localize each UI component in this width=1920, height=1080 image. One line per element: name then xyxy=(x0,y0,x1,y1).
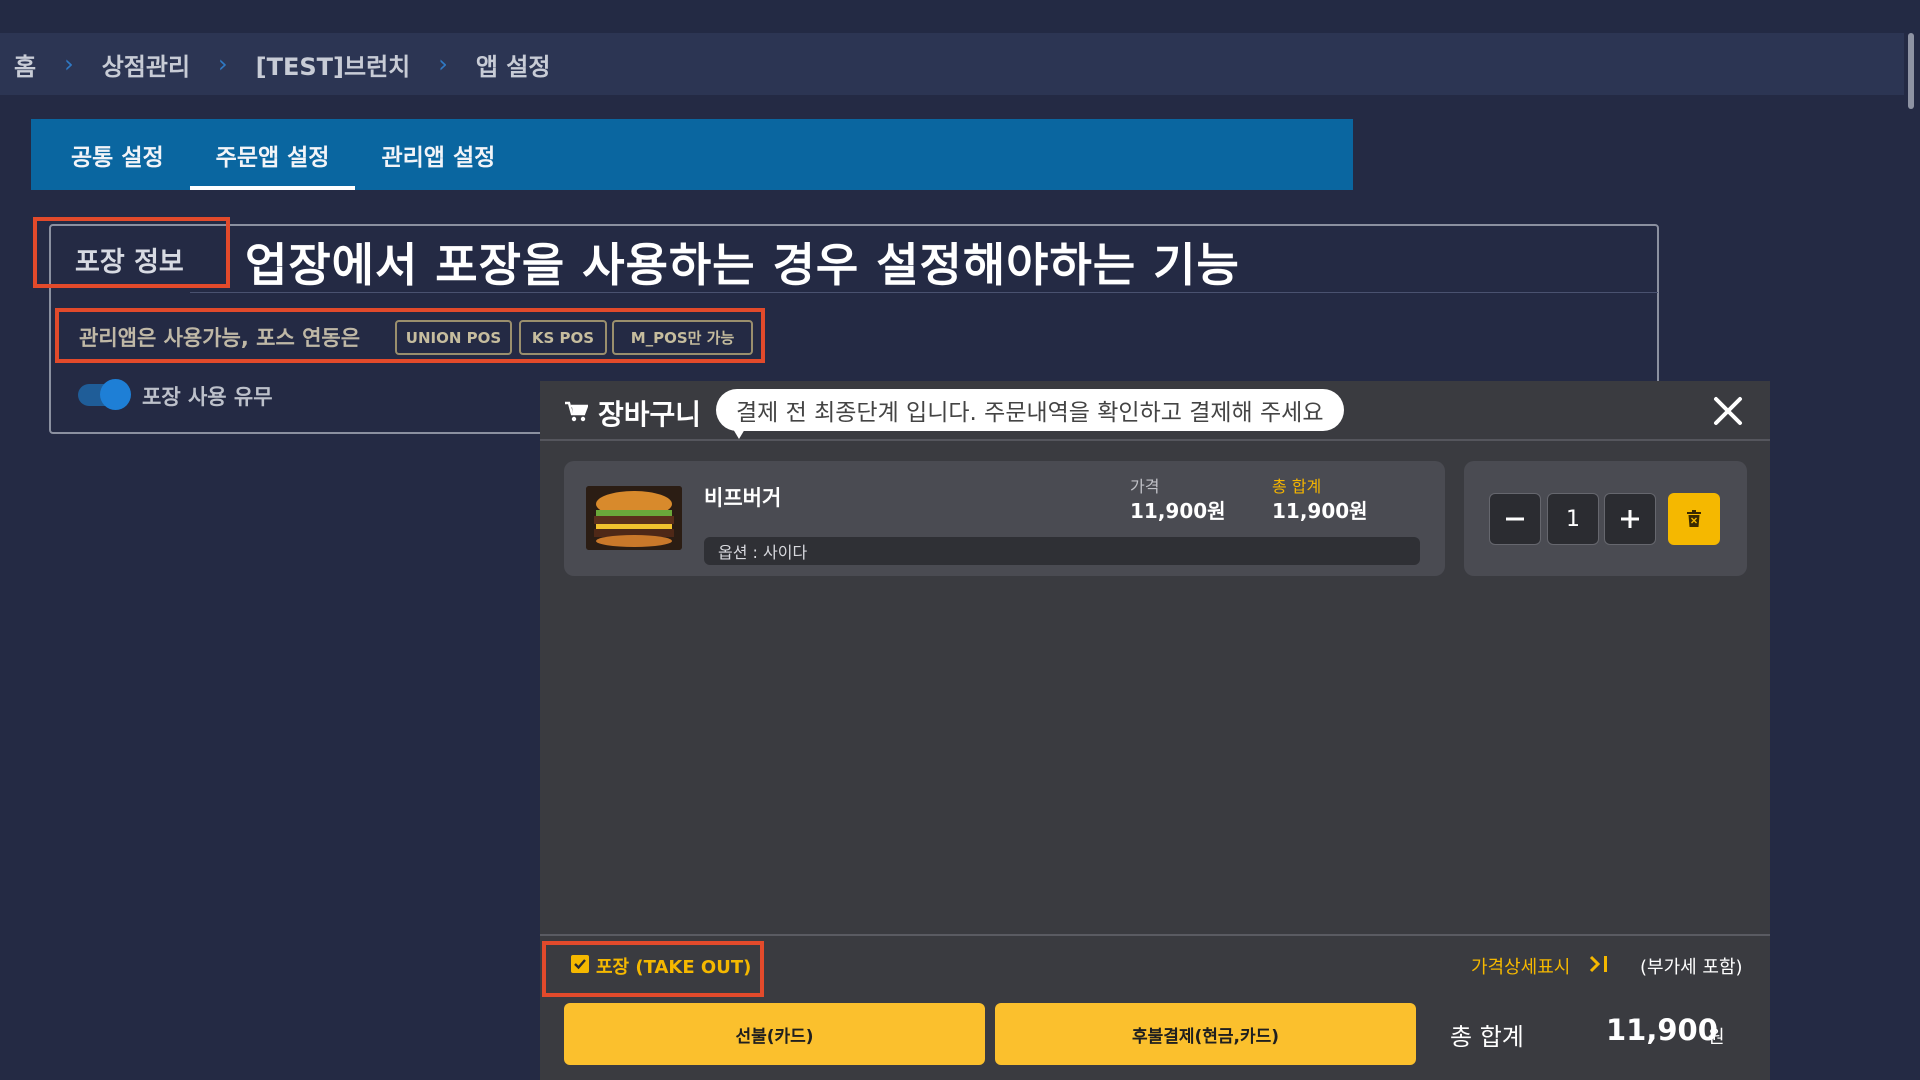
item-total: 11,900원 xyxy=(1272,499,1368,523)
footer-divider xyxy=(540,934,1770,936)
chevron-right-icon: › xyxy=(218,50,228,78)
postpay-button[interactable]: 후불결제(현금,카드) xyxy=(995,1003,1416,1065)
pos-tag-mpos: M_POS만 가능 xyxy=(612,320,753,355)
takeout-label[interactable]: 포장 (TAKE OUT) xyxy=(596,953,751,979)
plus-icon xyxy=(1621,510,1639,528)
cart-item-card: 비프버거 가격 11,900원 총 합계 11,900원 옵션 : 사이다 xyxy=(564,461,1445,576)
breadcrumb-store-name[interactable]: [TEST]브런치 xyxy=(256,47,411,82)
expand-right-icon[interactable] xyxy=(1587,953,1611,975)
top-band xyxy=(0,0,1920,33)
chevron-right-icon: › xyxy=(64,50,74,78)
quantity-value[interactable]: 1 xyxy=(1547,493,1599,545)
breadcrumb-store-management[interactable]: 상점관리 xyxy=(102,47,190,82)
price-detail-link[interactable]: 가격상세표시 xyxy=(1471,953,1570,979)
delete-item-button[interactable] xyxy=(1668,493,1720,545)
decrease-quantity-button[interactable] xyxy=(1489,493,1541,545)
item-price: 11,900원 xyxy=(1130,499,1226,523)
vat-note: (부가세 포함) xyxy=(1640,957,1743,978)
item-option: 옵션 : 사이다 xyxy=(704,537,1420,565)
item-name: 비프버거 xyxy=(704,486,782,510)
increase-quantity-button[interactable] xyxy=(1604,493,1656,545)
pos-tag-union: UNION POS xyxy=(395,320,512,355)
pos-compat-notice: 관리앱은 사용가능, 포스 연동은 xyxy=(79,326,361,350)
close-icon[interactable] xyxy=(1708,391,1748,431)
grand-total-value: 11,900 xyxy=(1606,1013,1718,1047)
cart-title: 장바구니 xyxy=(598,398,702,431)
grand-total-unit: 원 xyxy=(1708,1027,1725,1048)
price-label: 가격 xyxy=(1130,477,1160,496)
takeout-toggle-label: 포장 사용 유무 xyxy=(142,385,273,409)
breadcrumb-app-settings: 앱 설정 xyxy=(475,52,551,81)
breadcrumb: 홈 › 상점관리 › [TEST]브런치 › 앱 설정 xyxy=(0,33,1904,95)
tooltip-tail xyxy=(733,429,745,439)
checkmark-icon xyxy=(574,959,586,970)
trash-icon xyxy=(1687,510,1701,527)
chevron-right-icon: › xyxy=(438,50,448,78)
prepay-card-button[interactable]: 선불(카드) xyxy=(564,1003,985,1065)
cart-icon xyxy=(565,401,588,422)
quantity-controls: 1 xyxy=(1464,461,1747,576)
tab-order-app-settings[interactable]: 주문앱 설정 xyxy=(189,119,356,190)
cart-header: 장바구니 결제 전 최종단계 입니다. 주문내역을 확인하고 결제해 주세요 xyxy=(540,381,1770,441)
annotation-caption: 업장에서 포장을 사용하는 경우 설정해야하는 기능 xyxy=(245,238,1240,292)
minus-icon xyxy=(1506,517,1524,521)
pos-tag-ks: KS POS xyxy=(519,320,607,355)
checkout-tooltip: 결제 전 최종단계 입니다. 주문내역을 확인하고 결제해 주세요 xyxy=(716,389,1344,431)
page-scrollbar[interactable] xyxy=(1908,33,1914,109)
takeout-toggle-knob[interactable] xyxy=(100,379,131,410)
burger-thumbnail xyxy=(586,486,682,550)
cart-modal: 장바구니 결제 전 최종단계 입니다. 주문내역을 확인하고 결제해 주세요 비… xyxy=(540,381,1770,1080)
section-title: 포장 정보 xyxy=(75,247,184,278)
tab-common-settings[interactable]: 공통 설정 xyxy=(45,119,190,190)
takeout-checkbox[interactable] xyxy=(571,955,589,973)
breadcrumb-home[interactable]: 홈 xyxy=(14,47,36,82)
item-total-label: 총 합계 xyxy=(1272,477,1322,496)
grand-total-label: 총 합계 xyxy=(1450,1023,1524,1051)
settings-tab-bar: 공통 설정 주문앱 설정 관리앱 설정 xyxy=(31,119,1353,190)
tab-admin-app-settings[interactable]: 관리앱 설정 xyxy=(355,119,521,190)
